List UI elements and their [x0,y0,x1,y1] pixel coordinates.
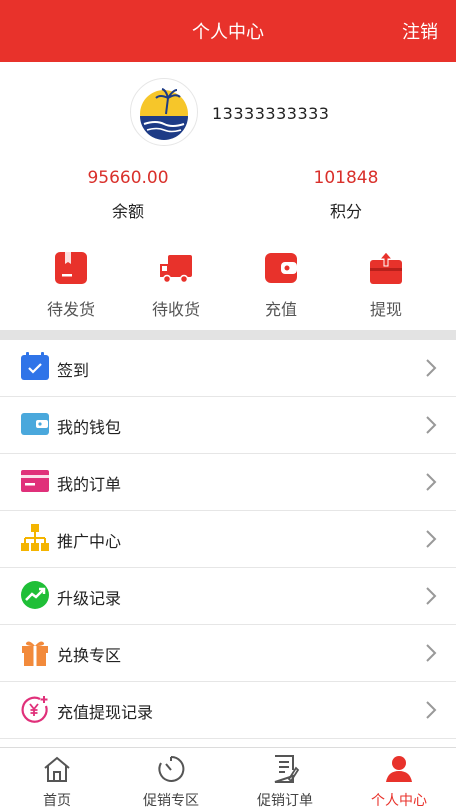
quick-pending-receipt-label: 待收货 [151,300,200,319]
pending-shipment-icon [55,252,87,284]
quick-pending-shipment[interactable]: 待发货 [21,250,121,320]
quick-withdraw-label: 提现 [369,300,402,319]
order-list-icon [274,755,300,783]
menu-item-label: 签到 [57,361,90,380]
menu-list: 签到 我的钱包 我的订单 推广中心 升级记录 兑换专区 充值提现记录 [0,340,456,739]
section-divider [0,330,456,340]
tab-label: 促销专区 [143,793,199,809]
menu-item-sign-in[interactable]: 签到 [0,340,456,397]
quick-pending-receipt[interactable]: 待收货 [126,250,226,320]
tab-home[interactable]: 首页 [0,748,114,809]
chevron-right-icon [426,701,437,719]
profile-section: 13333333333 95660.00 余额 101848 积分 待发货 待收… [0,62,456,330]
withdraw-icon [370,251,402,284]
menu-item-label: 升级记录 [57,589,122,608]
page-title: 个人中心 [192,22,264,43]
chevron-right-icon [426,644,437,662]
menu-item-label: 我的订单 [57,475,122,494]
menu-item-upgrade-records[interactable]: 升级记录 [0,568,456,625]
tab-label: 首页 [43,793,71,809]
phone-number: 13333333333 [212,104,330,123]
quick-pending-shipment-label: 待发货 [46,300,95,319]
points-value: 101848 [313,168,379,188]
home-icon [44,756,70,782]
menu-item-exchange-zone[interactable]: 兑换专区 [0,625,456,682]
delivery-truck-icon [160,255,192,284]
balance-stat[interactable]: 95660.00 余额 [28,168,228,222]
menu-item-orders[interactable]: 我的订单 [0,454,456,511]
menu-item-label: 充值提现记录 [57,703,154,722]
wallet-icon [21,413,49,435]
chevron-right-icon [426,530,437,548]
chevron-right-icon [426,416,437,434]
tab-personal-center[interactable]: 个人中心 [342,748,456,809]
tab-promotion-zone[interactable]: 促销专区 [114,748,228,809]
tab-promotion-orders[interactable]: 促销订单 [228,748,342,809]
tab-label: 促销订单 [257,793,313,809]
org-chart-icon [21,524,49,551]
menu-item-promotion-center[interactable]: 推广中心 [0,511,456,568]
top-bar: 个人中心 注销 [0,0,456,62]
gift-icon [22,641,48,666]
quick-recharge-label: 充值 [264,300,297,319]
menu-item-label: 兑换专区 [57,646,122,665]
points-label: 积分 [329,202,362,221]
chevron-right-icon [426,587,437,605]
menu-item-label: 我的钱包 [57,418,122,437]
timer-icon [158,755,185,782]
menu-item-recharge-withdraw-records[interactable]: 充值提现记录 [0,682,456,739]
trend-up-icon [21,581,49,609]
wallet-icon [265,253,297,283]
yuan-icon [21,696,48,723]
user-icon [386,756,412,782]
card-icon [21,470,49,492]
chevron-right-icon [426,359,437,377]
balance-value: 95660.00 [87,168,169,188]
chevron-right-icon [426,473,437,491]
bottom-tab-bar: 首页 促销专区 促销订单 个人中心 [0,747,456,809]
avatar-logo-icon [140,88,188,140]
quick-recharge[interactable]: 充值 [231,250,331,320]
quick-withdraw[interactable]: 提现 [336,250,436,320]
tab-label: 个人中心 [371,793,427,809]
points-stat[interactable]: 101848 积分 [246,168,446,222]
logout-button[interactable]: 注销 [402,18,438,44]
avatar[interactable] [130,78,198,146]
balance-label: 余额 [111,202,144,221]
menu-item-wallet[interactable]: 我的钱包 [0,397,456,454]
menu-item-label: 推广中心 [57,532,122,551]
calendar-check-icon [21,352,49,380]
